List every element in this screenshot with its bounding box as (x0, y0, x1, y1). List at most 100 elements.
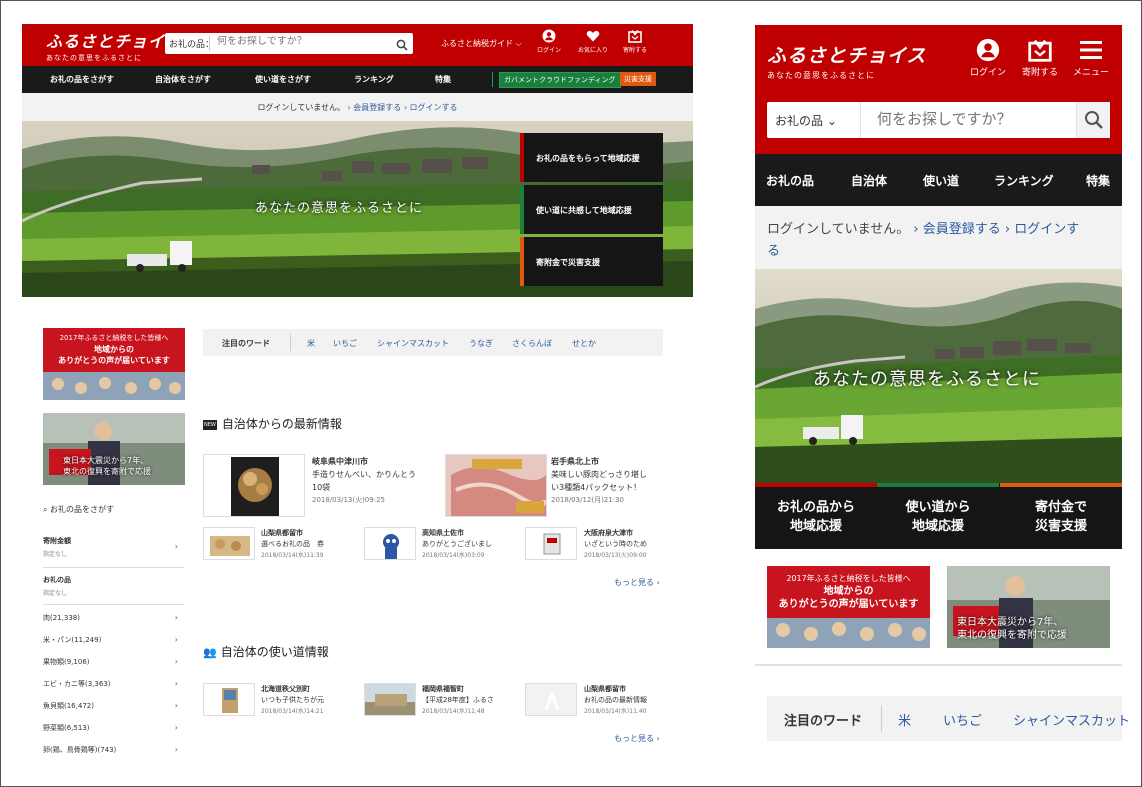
logo-title: ふるさとチョイス (767, 45, 927, 67)
search-icon[interactable] (396, 36, 408, 55)
news-thumbnail[interactable] (525, 527, 577, 560)
category-item[interactable]: 魚貝類(16,472) › (43, 701, 184, 711)
usage-thumbnail[interactable] (203, 683, 255, 716)
news-item[interactable]: 高知県土佐市 ありがとうございまし 2018/03/14(水)03:09 (422, 528, 492, 561)
trending-word-link[interactable]: いちご (333, 338, 357, 349)
hero-link-disaster[interactable]: 寄附金で災害支援 (520, 237, 663, 286)
hero-link-label: お礼の品をもらって地域応援 (536, 154, 640, 163)
nav-item-municipalities[interactable]: 自治体をさがす (155, 74, 211, 85)
login-link[interactable]: る (767, 244, 780, 259)
search-button[interactable] (1076, 102, 1110, 138)
category-item[interactable]: 肉(21,338) › (43, 613, 184, 623)
category-item[interactable]: 野菜類(6,513) › (43, 723, 184, 733)
chevron-right-icon: › (174, 723, 178, 732)
news-thumbnail[interactable] (203, 527, 255, 560)
site-logo[interactable]: ふるさとチョイス あなたの意思をふるさとに (46, 28, 182, 63)
nav-item-feature[interactable]: 特集 (435, 74, 451, 85)
trending-word-link[interactable]: シャインマスカット (377, 338, 449, 349)
divider (755, 664, 1122, 666)
recovery-banner[interactable]: 東日本大震災から7年、 東北の復興を寄附で応援 (947, 566, 1110, 648)
trending-word-link[interactable]: せとか (572, 338, 596, 349)
news-thumbnail[interactable] (445, 454, 547, 517)
nav-item-ranking[interactable]: ランキング (354, 74, 394, 85)
category-item[interactable]: エビ・カニ等(3,363) › (43, 679, 184, 689)
news-item[interactable]: 大阪府泉大津市 いざという時のため 2018/03/13(火)09:00 (584, 528, 647, 561)
login-button[interactable]: ログイン (964, 38, 1012, 78)
trending-word-link[interactable]: うなぎ (469, 338, 493, 349)
login-label: ログイン (969, 68, 1006, 78)
hero-link-gifts[interactable]: お礼の品をもらって地域応援 (520, 133, 663, 182)
trending-word-link[interactable]: 米 (307, 338, 315, 349)
nav-item-usage[interactable]: 使い道をさがす (255, 74, 311, 85)
news-thumbnail[interactable] (203, 454, 305, 517)
thanks-banner[interactable]: 2017年ふるさと納税をした皆様へ 地域からの ありがとうの声が届いています (43, 328, 185, 400)
recovery-banner[interactable]: 東日本大震災から7年、 東北の復興を寄附で応援 (43, 413, 185, 485)
filter-gift[interactable]: お礼の品 指定なし (43, 575, 184, 605)
search-category-select[interactable]: お礼の品： (169, 37, 214, 50)
category-item[interactable]: 卵(鶏、鳥骨鶏等)(743) › (43, 745, 184, 755)
news-more-link[interactable]: もっと見る › (614, 577, 660, 588)
donate-button[interactable]: 寄附する (1016, 38, 1064, 78)
logo-subtitle: あなたの意思をふるさとに (46, 54, 142, 62)
login-button[interactable]: ログイン (532, 29, 566, 54)
register-link[interactable]: › 会員登録する (348, 103, 402, 112)
favorites-label: お気に入り (577, 47, 608, 54)
favorites-button[interactable]: お気に入り (576, 29, 610, 54)
chevron-right-icon: › (174, 542, 178, 551)
trending-word-link[interactable]: さくらんぼ (512, 338, 552, 349)
trending-word-link[interactable]: シャインマスカット (1013, 710, 1130, 729)
news-item[interactable]: 岐阜県中津川市 手造りせんべい、かりんとう 10袋 2018/03/13(火)0… (312, 455, 416, 507)
filter-amount[interactable]: 寄附金額 指定なし › (43, 536, 184, 568)
login-link[interactable]: › ログインする (404, 103, 458, 112)
search-input[interactable] (877, 110, 1067, 128)
menu-button[interactable]: メニュー (1067, 38, 1115, 78)
search-input[interactable] (217, 36, 387, 47)
nav-item-municipalities[interactable]: 自治体 (851, 172, 887, 189)
usage-more-link[interactable]: もっと見る › (614, 733, 660, 744)
trending-word-link[interactable]: 米 (898, 710, 911, 729)
tile-disaster[interactable]: 寄付金で 災害支援 (1000, 483, 1122, 549)
tile-gifts[interactable]: お礼の品から 地域応援 (755, 483, 877, 549)
login-link[interactable]: › ログインす (1005, 222, 1079, 237)
usage-item[interactable]: 山梨県都留市 お礼の品の最新情報 2018/03/14(水)11:40 (584, 684, 647, 717)
nav-item-ranking[interactable]: ランキング (994, 172, 1054, 189)
menu-label: メニュー (1072, 68, 1109, 78)
register-link[interactable]: › 会員登録する (913, 222, 1000, 237)
trending-word-link[interactable]: いちご (943, 710, 982, 729)
category-search-title: ⌕ お礼の品をさがす (43, 504, 114, 515)
filter-label: お礼の品 (43, 576, 71, 584)
usage-thumbnail[interactable] (525, 683, 577, 716)
usage-thumbnail[interactable] (364, 683, 416, 716)
banner-text: 地域からの (94, 345, 134, 354)
tile-label: 災害支援 (1034, 519, 1087, 534)
news-item[interactable]: 山梨県都留市 選べるお礼の品 券 2018/03/14(水)11:39 (261, 528, 324, 561)
category-label: 卵(鶏、鳥骨鶏等)(743) (43, 746, 117, 754)
banner-text: 東北の復興を寄附で応援 (957, 630, 1067, 641)
nav-item-usage[interactable]: 使い道 (923, 172, 959, 189)
guide-link[interactable]: ふるさと納税ガイド ⌵ (441, 38, 522, 49)
category-item[interactable]: 果物類(9,106) › (43, 657, 184, 667)
government-crowdfunding-badge[interactable]: ガバメントクラウドファンディング (499, 72, 621, 88)
news-text: 手造りせんべい、かりんとう (312, 470, 416, 479)
usage-photo (204, 684, 254, 715)
nav-item-feature[interactable]: 特集 (1086, 172, 1110, 189)
usage-text: いつも子供たちが元 (261, 696, 324, 704)
site-logo[interactable]: ふるさとチョイス あなたの意思をふるさとに (767, 41, 926, 81)
category-label: エビ・カニ等(3,363) (43, 680, 111, 688)
news-date: 2018/03/12(月)21:30 (551, 496, 624, 504)
category-item[interactable]: 米・パン(11,249) › (43, 635, 184, 645)
donate-button[interactable]: 寄附する (618, 29, 652, 54)
disaster-support-badge[interactable]: 災害支援 (620, 72, 656, 86)
tile-usage[interactable]: 使い道から 地域応援 (877, 483, 999, 549)
desktop-header: ふるさとチョイス あなたの意思をふるさとに お礼の品： ふるさと納税ガイド ⌵ … (22, 24, 693, 66)
nav-item-gifts[interactable]: お礼の品 (766, 172, 814, 189)
nav-item-gifts[interactable]: お礼の品をさがす (50, 74, 114, 85)
usage-item[interactable]: 福岡県福智町 【平成28年度】ふるさ 2018/03/14(水)11:48 (422, 684, 494, 717)
thanks-banner[interactable]: 2017年ふるさと納税をした皆様へ 地域からの ありがとうの声が届いています (767, 566, 930, 648)
chevron-right-icon: › (174, 635, 178, 644)
news-item[interactable]: 岩手県北上市 美味しい豚肉どっさり堪し い3種類4パックセット！ 2018/03… (551, 455, 647, 507)
news-thumbnail[interactable] (364, 527, 416, 560)
usage-item[interactable]: 北海道秩父別町 いつも子供たちが元 2018/03/14(水)14:21 (261, 684, 324, 717)
hero-link-usage[interactable]: 使い道に共感して地域応援 (520, 185, 663, 234)
search-category-select[interactable]: お礼の品 ⌄ (775, 112, 837, 129)
